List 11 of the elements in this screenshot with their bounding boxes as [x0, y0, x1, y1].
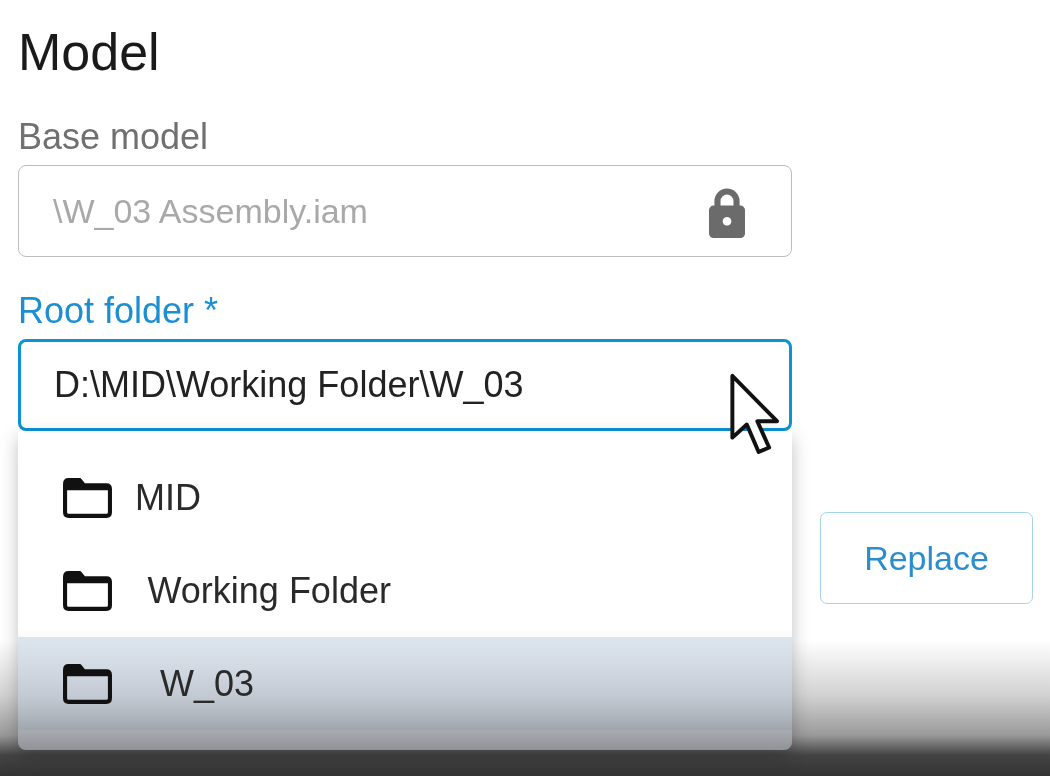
folder-item[interactable]: MID	[18, 451, 792, 544]
folder-item[interactable]: Working Folder	[18, 544, 792, 637]
field-label: Root folder *	[18, 289, 220, 333]
section-title: Model	[18, 22, 161, 83]
folder-icon	[62, 477, 113, 518]
replace-button[interactable]: Replace	[820, 512, 1033, 604]
field-label: Base model	[18, 115, 210, 159]
folder-icon	[62, 663, 113, 704]
path-field[interactable]: D:\MID\Working Folder\W_03	[18, 339, 792, 431]
folder-item[interactable]: W_03	[18, 637, 792, 730]
folder-icon	[62, 570, 113, 611]
